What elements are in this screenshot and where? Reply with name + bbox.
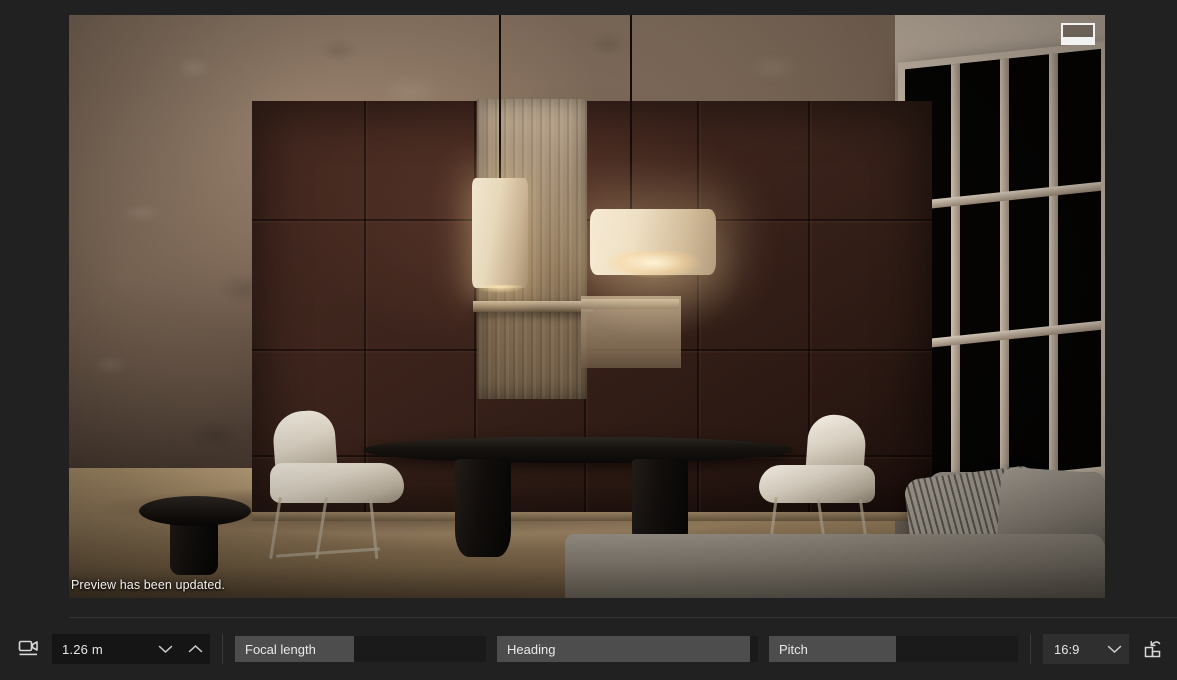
swap-orientation-icon[interactable]	[1137, 633, 1171, 665]
camera-icon[interactable]	[12, 633, 46, 665]
focal-length-input[interactable]	[354, 636, 486, 662]
pendant-cord	[630, 15, 632, 211]
window-mullion	[951, 63, 960, 485]
cylinder-pendant-light	[472, 178, 528, 297]
pendant-cord	[499, 15, 501, 178]
pitch-field[interactable]: Pitch	[769, 636, 1018, 662]
pitch-input[interactable]	[896, 636, 1018, 662]
heading-input[interactable]	[750, 636, 758, 662]
camera-height-value[interactable]: 1.26 m	[52, 642, 150, 657]
camera-toolbar: 1.26 m Focal length Heading Pitch 16:9	[0, 618, 1177, 680]
chair-left	[268, 408, 408, 561]
rendered-scene	[69, 15, 1105, 598]
toggle-preview-panel-button[interactable]	[1061, 23, 1095, 45]
preview-area: Preview has been updated.	[0, 0, 1177, 617]
toolbar-separator	[1030, 634, 1031, 664]
chevron-up-icon[interactable]	[180, 634, 210, 664]
preview-status-message: Preview has been updated.	[71, 578, 225, 592]
aspect-ratio-select[interactable]: 16:9	[1043, 634, 1129, 664]
aspect-ratio-value: 16:9	[1054, 641, 1080, 657]
window	[898, 40, 1105, 498]
dining-table-leg	[455, 459, 511, 557]
window-mullion	[1000, 58, 1009, 480]
render-viewport[interactable]: Preview has been updated.	[69, 15, 1105, 598]
focal-length-label: Focal length	[235, 636, 354, 662]
camera-height-stepper[interactable]: 1.26 m	[52, 634, 210, 664]
focal-length-field[interactable]: Focal length	[235, 636, 486, 662]
drum-pendant-glow	[586, 251, 720, 299]
side-stool-top	[139, 496, 251, 526]
heading-field[interactable]: Heading	[497, 636, 758, 662]
chevron-down-icon[interactable]	[150, 634, 180, 664]
chevron-down-icon[interactable]	[1099, 634, 1129, 664]
heading-label: Heading	[497, 636, 750, 662]
window-mullion	[1049, 53, 1058, 475]
panel-bar-icon	[1063, 37, 1093, 43]
camera-preview-window: Preview has been updated. 1.26 m Focal l…	[0, 0, 1177, 680]
dining-table-top	[363, 437, 793, 463]
toolbar-separator	[222, 634, 223, 664]
pitch-label: Pitch	[769, 636, 896, 662]
sofa-seat	[565, 534, 1105, 598]
